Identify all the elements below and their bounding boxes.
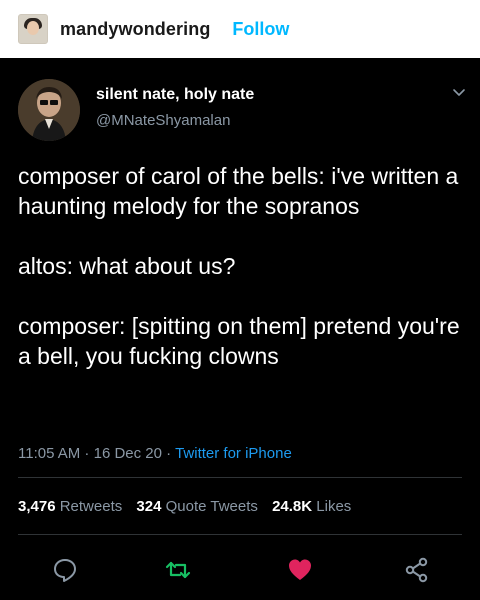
retweet-icon[interactable]: [165, 557, 191, 583]
divider: [18, 534, 462, 535]
reply-icon[interactable]: [52, 557, 78, 583]
tweet-paragraph: altos: what about us?: [18, 253, 236, 279]
tweet-display-name[interactable]: silent nate, holy nate: [96, 86, 254, 104]
likes-stat[interactable]: 24.8K Likes: [272, 498, 351, 515]
username[interactable]: mandywondering: [60, 19, 210, 40]
divider: [18, 477, 462, 478]
tweet-actions: [0, 553, 480, 589]
tweet-time[interactable]: 11:05 AM: [18, 445, 80, 462]
follow-button[interactable]: Follow: [232, 19, 289, 40]
tweet-avatar[interactable]: [18, 79, 80, 141]
tweet-card: silent nate, holy nate @MNateShyamalan c…: [0, 58, 480, 600]
user-avatar[interactable]: [18, 14, 48, 44]
tweet-source[interactable]: Twitter for iPhone: [175, 445, 292, 462]
heart-icon[interactable]: [287, 557, 313, 583]
post-header: mandywondering Follow: [0, 0, 480, 58]
tweet-date[interactable]: 16 Dec 20: [94, 445, 162, 462]
chevron-down-icon[interactable]: [452, 85, 466, 99]
tweet-stats: 3,476 Retweets 324 Quote Tweets 24.8K Li…: [18, 498, 361, 515]
tweet-paragraph: composer: [spitting on them] pretend you…: [18, 313, 460, 369]
tweet-handle[interactable]: @MNateShyamalan: [96, 112, 230, 129]
tweet-text: composer of carol of the bells: i've wri…: [18, 161, 468, 371]
share-icon[interactable]: [404, 557, 430, 583]
tweet-paragraph: composer of carol of the bells: i've wri…: [18, 163, 459, 219]
retweets-stat[interactable]: 3,476 Retweets: [18, 498, 122, 515]
tweet-metadata: 11:05 AM · 16 Dec 20 · Twitter for iPhon…: [18, 445, 292, 462]
quote-tweets-stat[interactable]: 324 Quote Tweets: [136, 498, 257, 515]
